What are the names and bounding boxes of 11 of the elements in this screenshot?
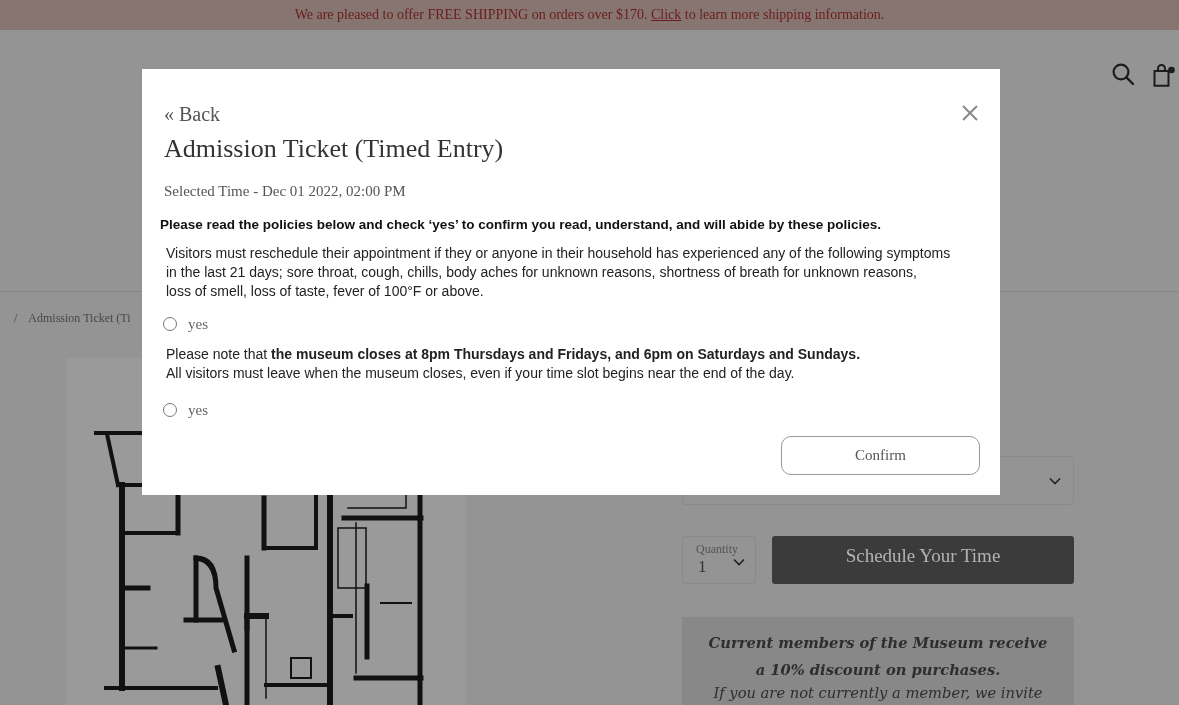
- announcement-text: We are pleased to offer FREE SHIPPING on orders over $170. Click to learn more shipping information.: [294, 7, 885, 23]
- policy-text: Please note that the museum closes at 8pm Thursdays and Fridays, and 6pm on Saturdays and Sundays. All visitors must leave when the museum closes, even if your time slot begins near the end of the day.: [166, 345, 861, 383]
- dialog-title: Admission Ticket (Timed Entry): [164, 133, 504, 165]
- member-note-headline: Current members of the Museum receive a 10% discount on purchases.: [707, 633, 1049, 680]
- policy-text: Visitors must reschedule their appointment if they or anyone in their household has experienced any of the following symptoms in the last 21 days; sore throat, cough, chills, body aches for unknown reasons, shortness of breath for unknown reasons, loss of smell, loss of taste, fever of 100°F or above.: [166, 244, 951, 301]
- breadcrumb-current: Admission Ticket (Ti: [28, 310, 131, 326]
- quantity-label: Quantity: [696, 542, 739, 556]
- member-note-text: If you are not currently a member, we invite: [712, 683, 1044, 703]
- breadcrumb-separator: /: [14, 310, 18, 326]
- selected-time: Selected Time - Dec 01 2022, 02:00 PM: [164, 182, 406, 201]
- policy-instruction: Please read the policies below and check ‘yes’ to confirm you read, understand, and will abide by these policies.: [160, 216, 881, 234]
